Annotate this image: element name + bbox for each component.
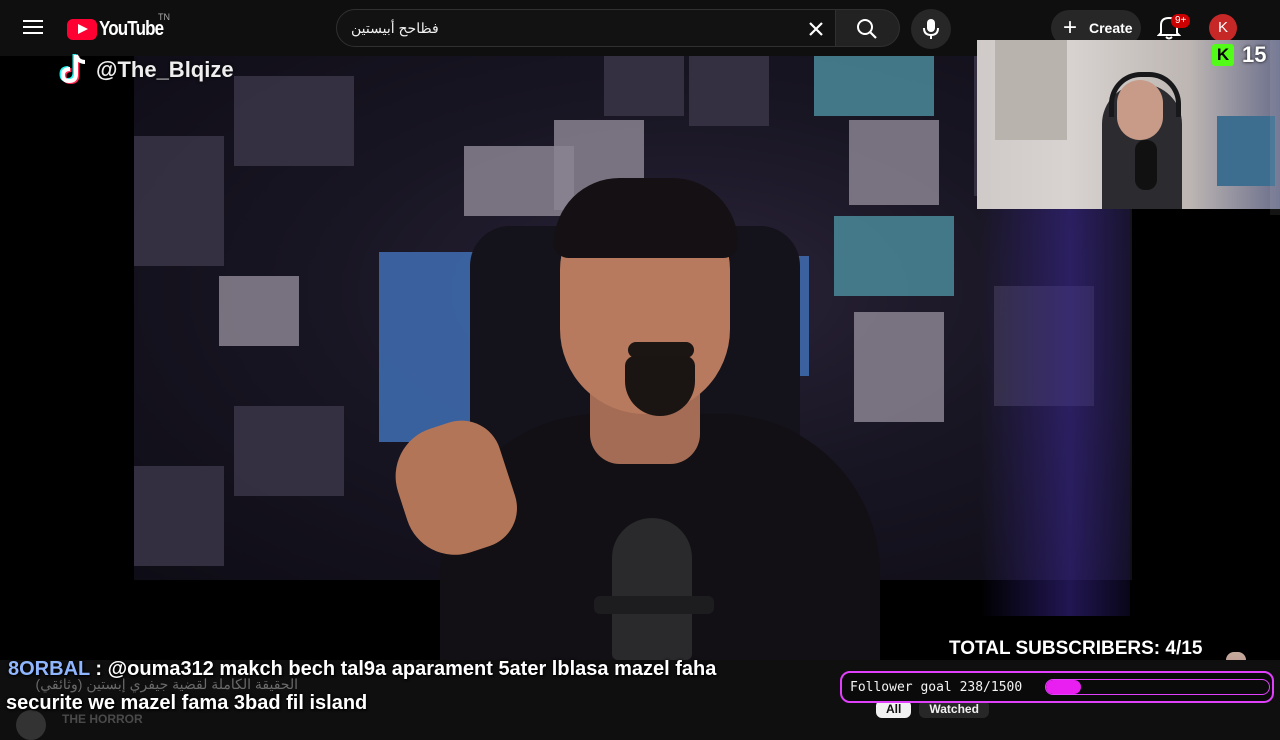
search-button[interactable] bbox=[836, 9, 900, 47]
kick-viewer-count: K 15 bbox=[1212, 42, 1266, 68]
voice-search-button[interactable] bbox=[911, 9, 951, 49]
microphone-mount bbox=[594, 596, 714, 614]
background-light bbox=[980, 196, 1130, 616]
tiktok-handle: @The_Blqize bbox=[96, 57, 234, 82]
plus-icon: + bbox=[1063, 14, 1078, 41]
follower-goal-bar bbox=[1045, 679, 1270, 695]
chat-text-line2: securite we mazel fama 3bad fil island bbox=[6, 692, 368, 714]
tiktok-icon bbox=[59, 54, 86, 85]
create-label: Create bbox=[1089, 20, 1133, 36]
youtube-wordmark: YouTube bbox=[99, 17, 164, 40]
microphone-icon bbox=[923, 19, 939, 39]
youtube-logo[interactable]: YouTube TN bbox=[67, 12, 175, 42]
menu-icon[interactable] bbox=[20, 16, 46, 40]
search-input[interactable]: فظاحح أبيستين bbox=[351, 20, 439, 37]
search-icon bbox=[857, 19, 877, 39]
chat-username: 8ORBAL bbox=[8, 658, 90, 680]
kick-count: 15 bbox=[1242, 42, 1267, 67]
tiktok-watermark: @The_Blqize bbox=[52, 48, 252, 90]
notification-badge: 9+ bbox=[1171, 14, 1191, 28]
chat-separator: : bbox=[89, 658, 108, 680]
account-avatar[interactable]: K bbox=[1209, 14, 1237, 42]
side-scrollbar[interactable] bbox=[1270, 40, 1280, 215]
follower-goal-widget: Follower goal 238/1500 bbox=[840, 671, 1274, 703]
podcast-microphone bbox=[612, 518, 692, 660]
search-box[interactable]: فظاحح أبيستين bbox=[336, 9, 836, 47]
animated-character-icon bbox=[1226, 652, 1246, 660]
follower-goal-label: Follower goal 238/1500 bbox=[850, 680, 1023, 695]
youtube-play-icon bbox=[67, 18, 97, 40]
kick-logo-icon: K bbox=[1212, 44, 1234, 66]
clear-search-icon[interactable] bbox=[803, 16, 829, 42]
chat-text-line1: @ouma312 makch bech tal9a aparament 5ate… bbox=[107, 658, 717, 680]
follower-goal-fill bbox=[1046, 680, 1082, 694]
subscriber-counter: TOTAL SUBSCRIBERS: 4/15 bbox=[949, 638, 1203, 659]
chat-message: 8ORBAL : @ouma312 makch bech tal9a apara… bbox=[6, 652, 838, 714]
youtube-country-code: TN bbox=[158, 12, 170, 22]
